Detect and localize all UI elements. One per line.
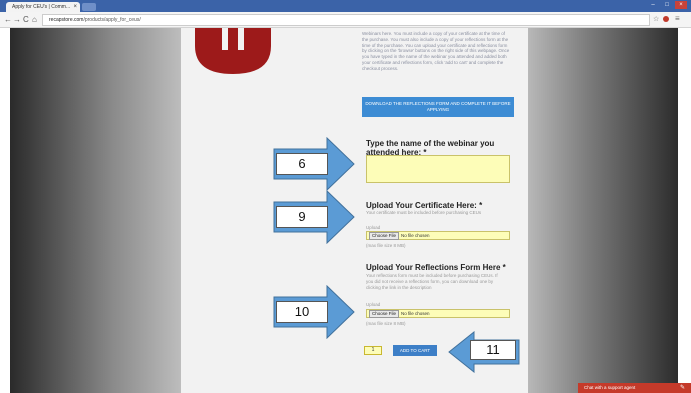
certificate-note: Your certificate must be included before…	[366, 210, 482, 215]
browser-title-bar: Apply for CEU's | Comm... × – □ ×	[0, 0, 691, 12]
maximize-icon[interactable]: □	[661, 1, 673, 9]
bookmark-star-icon[interactable]: ☆	[653, 15, 659, 23]
callout-number-10: 10	[276, 301, 328, 323]
reflections-choose-file-button[interactable]: Choose File	[369, 310, 400, 318]
home-icon[interactable]: ⌂	[32, 14, 37, 25]
tab-title: Apply for CEU's | Comm...	[12, 4, 71, 10]
window-controls: – □ ×	[647, 1, 687, 9]
intro-text: Webinars here. You must include a copy o…	[362, 31, 510, 71]
background-right	[528, 28, 678, 393]
reflections-max-size: (max file size 8 MB)	[366, 321, 406, 326]
certificate-heading: Upload Your Certificate Here: *	[366, 201, 483, 210]
certificate-upload-label: Upload	[366, 225, 381, 230]
certificate-no-file-text: No file chosen	[401, 233, 430, 238]
minimize-icon[interactable]: –	[647, 1, 659, 9]
url-domain: recapstore.com	[49, 17, 84, 23]
address-bar[interactable]: recapstore.com/products/apply_for_ceus/	[42, 14, 650, 26]
ou-logo	[195, 28, 271, 74]
url-path: /products/apply_for_ceus/	[83, 17, 141, 23]
certificate-file-input[interactable]: Choose File No file chosen	[366, 231, 510, 240]
callout-number-9: 9	[276, 206, 328, 228]
browser-toolbar: ← → C ⌂ recapstore.com/products/apply_fo…	[0, 12, 691, 28]
download-reflections-button[interactable]: DOWNLOAD THE REFLECTIONS FORM AND COMPLE…	[362, 97, 514, 117]
quantity-input[interactable]: 1	[364, 346, 382, 355]
certificate-choose-file-button[interactable]: Choose File	[369, 232, 400, 240]
background-left	[10, 28, 181, 393]
back-icon[interactable]: ←	[4, 14, 12, 25]
close-window-icon[interactable]: ×	[675, 1, 687, 9]
reload-icon[interactable]: C	[23, 14, 29, 25]
chat-icon: ✎	[679, 385, 685, 391]
callout-number-11: 11	[470, 340, 516, 360]
reflections-no-file-text: No file chosen	[401, 311, 430, 316]
reflections-upload-label: Upload	[366, 302, 381, 307]
certificate-max-size: (max file size 8 MB)	[366, 243, 406, 248]
tab-close-icon[interactable]: ×	[73, 2, 77, 12]
reflections-note: Your reflections form must be included b…	[366, 273, 498, 290]
callout-number-6: 6	[276, 153, 328, 175]
chat-label: Chat with a support agent	[584, 385, 636, 390]
menu-icon[interactable]: ≡	[675, 14, 680, 23]
forward-icon[interactable]: →	[13, 14, 21, 25]
reflections-heading: Upload Your Reflections Form Here *	[366, 263, 506, 272]
browser-tab[interactable]: Apply for CEU's | Comm... ×	[6, 2, 80, 12]
extension-icon[interactable]	[663, 16, 669, 22]
add-to-cart-button[interactable]: ADD TO CART	[393, 345, 437, 356]
webinar-name-input[interactable]	[366, 155, 510, 183]
new-tab-button[interactable]	[82, 3, 96, 11]
reflections-file-input[interactable]: Choose File No file chosen	[366, 309, 510, 318]
support-chat-button[interactable]: Chat with a support agent ✎	[578, 383, 691, 393]
